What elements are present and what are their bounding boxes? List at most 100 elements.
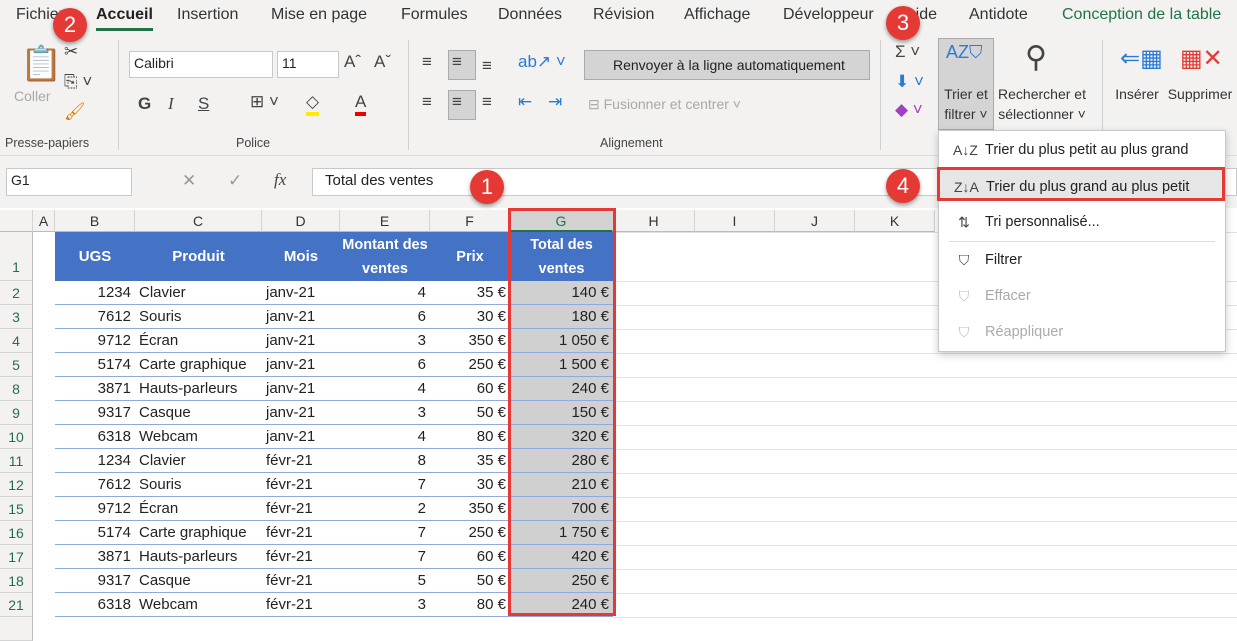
table-cell[interactable]: 420 € — [510, 545, 613, 569]
table-cell[interactable]: 50 € — [430, 401, 510, 425]
format-painter-icon[interactable]: 🖌 — [64, 102, 86, 122]
table-header-cell[interactable]: UGS — [55, 232, 135, 281]
table-cell[interactable]: 80 € — [430, 593, 510, 617]
table-cell[interactable]: 35 € — [430, 281, 510, 305]
table-cell[interactable]: Écran — [135, 329, 262, 353]
wrap-text-button[interactable]: Renvoyer à la ligne automatiquement — [584, 50, 870, 80]
italic-button[interactable]: I — [168, 94, 174, 114]
table-cell[interactable]: 6318 — [55, 593, 135, 617]
table-cell[interactable]: 280 € — [510, 449, 613, 473]
decrease-indent-icon[interactable]: ⇤ — [518, 92, 532, 112]
table-cell[interactable]: 180 € — [510, 305, 613, 329]
row-header[interactable]: 15 — [0, 497, 33, 521]
table-cell[interactable]: 7 — [340, 521, 430, 545]
align-bottom-icon[interactable]: ≡ — [482, 56, 492, 76]
row-header[interactable]: 17 — [0, 545, 33, 569]
paste-button[interactable]: Coller — [14, 86, 51, 106]
row-header[interactable]: 5 — [0, 353, 33, 377]
table-cell[interactable]: 250 € — [430, 353, 510, 377]
table-header-cell[interactable]: Mois — [262, 232, 340, 281]
column-header-E[interactable]: E — [340, 210, 430, 232]
table-cell[interactable]: Casque — [135, 569, 262, 593]
column-header-J[interactable]: J — [775, 210, 855, 232]
table-cell[interactable]: Carte graphique — [135, 353, 262, 377]
table-cell[interactable]: 3871 — [55, 377, 135, 401]
table-cell[interactable]: janv-21 — [262, 281, 340, 305]
table-cell[interactable]: 7 — [340, 473, 430, 497]
table-cell[interactable]: 700 € — [510, 497, 613, 521]
table-cell[interactable]: 3871 — [55, 545, 135, 569]
table-cell[interactable]: 7612 — [55, 473, 135, 497]
table-cell[interactable]: Casque — [135, 401, 262, 425]
table-cell[interactable]: Carte graphique — [135, 521, 262, 545]
table-cell[interactable]: 210 € — [510, 473, 613, 497]
table-cell[interactable]: 1234 — [55, 281, 135, 305]
clear-icon[interactable]: ◆ ˅ — [895, 100, 923, 120]
table-cell[interactable]: 1 050 € — [510, 329, 613, 353]
table-cell[interactable]: 5 — [340, 569, 430, 593]
table-cell[interactable]: 1234 — [55, 449, 135, 473]
fill-color-icon[interactable]: ◇ — [306, 92, 320, 116]
search-icon[interactable]: ⚲ — [1025, 40, 1047, 75]
table-cell[interactable]: janv-21 — [262, 329, 340, 353]
table-cell[interactable]: 5174 — [55, 353, 135, 377]
table-cell[interactable]: janv-21 — [262, 377, 340, 401]
table-cell[interactable]: Webcam — [135, 425, 262, 449]
table-cell[interactable]: 9317 — [55, 569, 135, 593]
table-cell[interactable]: Hauts-parleurs — [135, 377, 262, 401]
tab-accueil[interactable]: Accueil — [96, 6, 153, 31]
table-cell[interactable]: 320 € — [510, 425, 613, 449]
column-header-H[interactable]: H — [613, 210, 695, 232]
font-color-icon[interactable]: A — [355, 92, 367, 116]
cut-icon[interactable]: ✂ — [64, 42, 78, 62]
column-header-B[interactable]: B — [55, 210, 135, 232]
merge-center-button[interactable]: ⊟ Fusionner et centrer ˅ — [588, 94, 741, 114]
insert-cells-icon[interactable]: ⇐▦ — [1120, 44, 1163, 73]
decrease-font-icon[interactable]: Aˇ — [374, 52, 391, 72]
select-all-corner[interactable] — [0, 210, 33, 232]
table-cell[interactable]: 3 — [340, 593, 430, 617]
table-cell[interactable]: Hauts-parleurs — [135, 545, 262, 569]
menu-item-sort-asc[interactable]: A↓Z Trier du plus petit au plus grand — [939, 133, 1225, 167]
table-cell[interactable]: 3 — [340, 401, 430, 425]
table-cell[interactable]: 1 750 € — [510, 521, 613, 545]
table-cell[interactable]: 4 — [340, 425, 430, 449]
table-cell[interactable]: 30 € — [430, 473, 510, 497]
column-header-K[interactable]: K — [855, 210, 935, 232]
table-header-cell[interactable]: Prix — [430, 232, 510, 281]
row-header[interactable]: 18 — [0, 569, 33, 593]
column-header-A[interactable]: A — [33, 210, 55, 232]
fill-icon[interactable]: ⬇ ˅ — [895, 72, 924, 92]
paste-icon[interactable]: 📋 — [20, 44, 62, 84]
row-header[interactable]: 12 — [0, 473, 33, 497]
row-header[interactable]: 16 — [0, 521, 33, 545]
column-header-C[interactable]: C — [135, 210, 262, 232]
delete-button[interactable]: Supprimer — [1164, 84, 1236, 104]
table-cell[interactable]: 2 — [340, 497, 430, 521]
menu-item-sort-desc[interactable]: Z↓A Trier du plus grand au plus petit — [937, 167, 1225, 201]
row-header[interactable]: 3 — [0, 305, 33, 329]
row-header[interactable]: 11 — [0, 449, 33, 473]
table-cell[interactable]: 3 — [340, 329, 430, 353]
row-header[interactable]: 21 — [0, 593, 33, 617]
table-cell[interactable]: 60 € — [430, 377, 510, 401]
table-cell[interactable]: janv-21 — [262, 305, 340, 329]
tab-développeur[interactable]: Développeur — [783, 6, 874, 24]
row-header[interactable]: 4 — [0, 329, 33, 353]
table-cell[interactable]: févr-21 — [262, 473, 340, 497]
table-cell[interactable]: 250 € — [430, 521, 510, 545]
table-cell[interactable]: 350 € — [430, 329, 510, 353]
table-cell[interactable]: 30 € — [430, 305, 510, 329]
table-cell[interactable]: févr-21 — [262, 545, 340, 569]
insert-button[interactable]: Insérer — [1112, 84, 1162, 104]
table-header-cell[interactable]: Produit — [135, 232, 262, 281]
table-cell[interactable]: 240 € — [510, 377, 613, 401]
bold-button[interactable]: G — [138, 94, 151, 114]
align-middle-icon[interactable]: ≡ — [452, 52, 462, 72]
align-top-icon[interactable]: ≡ — [422, 52, 432, 72]
table-cell[interactable]: 9712 — [55, 329, 135, 353]
table-cell[interactable]: 150 € — [510, 401, 613, 425]
copy-icon[interactable]: ⎘ ˅ — [64, 72, 92, 92]
tab-mise-en-page[interactable]: Mise en page — [271, 6, 367, 24]
table-cell[interactable]: Clavier — [135, 281, 262, 305]
